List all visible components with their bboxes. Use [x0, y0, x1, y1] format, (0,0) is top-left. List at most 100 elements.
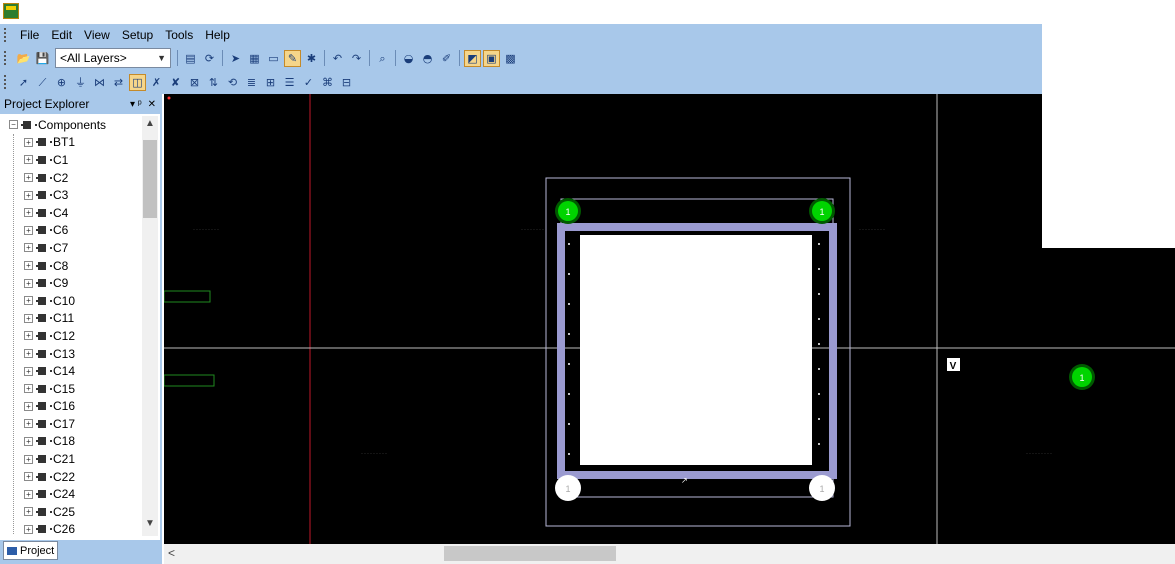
pad-top-left[interactable]: 1 — [555, 198, 581, 224]
route-icon[interactable]: ➤ — [227, 50, 244, 67]
scroll-thumb[interactable] — [143, 140, 157, 218]
align-icon[interactable]: ≣ — [243, 74, 260, 91]
table-icon[interactable]: ⊟ — [338, 74, 355, 91]
expand-icon[interactable]: + — [24, 401, 33, 411]
menu-edit[interactable]: Edit — [45, 28, 78, 42]
vertex-marker[interactable]: V — [947, 358, 960, 372]
tree-item[interactable]: + C18 — [0, 433, 142, 451]
select-icon[interactable]: ➚ — [15, 74, 32, 91]
layer-icon[interactable]: ◒ — [400, 50, 417, 67]
move-icon[interactable]: ⊕ — [53, 74, 70, 91]
component-icon[interactable]: ✱ — [303, 50, 320, 67]
green-rect-top[interactable] — [164, 290, 211, 303]
view-icon[interactable]: ◩ — [464, 49, 481, 67]
expand-icon[interactable]: + — [24, 436, 33, 446]
drc-icon[interactable]: ✓ — [300, 74, 317, 91]
expand-icon[interactable]: + — [24, 489, 33, 499]
expand-icon[interactable]: + — [24, 384, 33, 394]
tree-item[interactable]: + C8 — [0, 257, 142, 275]
tree-root[interactable]: − Components — [0, 116, 142, 134]
expand-icon[interactable]: + — [24, 243, 33, 253]
pad-top-right[interactable]: 1 — [809, 198, 835, 224]
tree-item[interactable]: + C12 — [0, 327, 142, 345]
pad-right[interactable]: 1 — [1069, 364, 1095, 390]
pcb-canvas[interactable]: ········· ········· ········· ········· … — [164, 94, 1175, 544]
board-icon[interactable]: ▣ — [483, 49, 500, 67]
toolbar-grip[interactable] — [4, 75, 8, 89]
explorer-pin-icon[interactable]: ▾ ᵖ — [130, 99, 142, 110]
expand-icon[interactable]: + — [24, 349, 33, 359]
green-rect-bottom[interactable] — [164, 374, 215, 387]
chevron-up-icon[interactable]: ▲ — [142, 118, 158, 134]
component-list-icon[interactable]: ☰ — [281, 74, 298, 91]
save-icon[interactable]: 💾 — [34, 50, 51, 67]
expand-icon[interactable]: + — [24, 472, 33, 482]
settings-icon[interactable]: ▩ — [502, 50, 519, 67]
expand-icon[interactable]: + — [24, 331, 33, 341]
close-icon[interactable]: ✕ — [148, 99, 156, 110]
expand-icon[interactable]: + — [24, 208, 33, 218]
tree-item[interactable]: + C17 — [0, 415, 142, 433]
tree-item[interactable]: + C25 — [0, 503, 142, 521]
expand-icon[interactable]: + — [24, 225, 33, 235]
expand-icon[interactable]: + — [24, 296, 33, 306]
display-icon[interactable]: ▭ — [265, 50, 282, 67]
cross-icon[interactable]: ✘ — [167, 74, 184, 91]
expand-icon[interactable]: + — [24, 137, 33, 147]
tree-item[interactable]: + C15 — [0, 380, 142, 398]
net-icon[interactable]: ⋈ — [91, 74, 108, 91]
trace-icon[interactable]: ⟋ — [34, 74, 51, 91]
flip-icon[interactable]: ⇅ — [205, 74, 222, 91]
tree-item[interactable]: + C16 — [0, 398, 142, 416]
collapse-icon[interactable]: − — [9, 120, 18, 130]
chevron-left-icon[interactable]: < — [168, 546, 175, 560]
tab-project[interactable]: Project — [3, 541, 58, 560]
tree-item[interactable]: + C21 — [0, 450, 142, 468]
pencil-icon[interactable]: ✎ — [284, 49, 301, 67]
pad-icon[interactable]: ⌘ — [319, 74, 336, 91]
toolbar-grip[interactable] — [4, 51, 8, 65]
open-icon[interactable]: 📂 — [15, 50, 32, 67]
menu-help[interactable]: Help — [199, 28, 236, 42]
refresh-icon[interactable]: ⟳ — [201, 50, 218, 67]
tree-item[interactable]: + C26 — [0, 521, 142, 536]
pad-bottom-right[interactable]: 1 — [809, 475, 835, 501]
tree-scrollbar[interactable]: ▲ ▼ — [142, 116, 158, 536]
component-body[interactable] — [580, 235, 812, 465]
layer-select[interactable]: <All Layers> ▼ — [55, 48, 171, 68]
zoom-icon[interactable]: ⌕ — [374, 50, 391, 67]
tree-item[interactable]: + C22 — [0, 468, 142, 486]
menu-tools[interactable]: Tools — [159, 28, 199, 42]
pad-bottom-left[interactable]: 1 — [555, 475, 581, 501]
expand-icon[interactable]: + — [24, 366, 33, 376]
expand-icon[interactable]: + — [24, 278, 33, 288]
expand-icon[interactable]: + — [24, 419, 33, 429]
expand-icon[interactable]: + — [24, 313, 33, 323]
expand-icon[interactable]: + — [24, 454, 33, 464]
brush-icon[interactable]: ✐ — [438, 50, 455, 67]
swap-icon[interactable]: ⇄ — [110, 74, 127, 91]
expand-icon[interactable]: + — [24, 173, 33, 183]
properties-icon[interactable]: ▤ — [182, 50, 199, 67]
rotate-icon[interactable]: ⟲ — [224, 74, 241, 91]
menu-view[interactable]: View — [78, 28, 116, 42]
expand-icon[interactable]: + — [24, 155, 33, 165]
tree-item[interactable]: + C2 — [0, 169, 142, 187]
menu-grip[interactable] — [4, 28, 8, 42]
tree-item[interactable]: + C6 — [0, 222, 142, 240]
tree-item[interactable]: + C10 — [0, 292, 142, 310]
tree-item[interactable]: + C9 — [0, 274, 142, 292]
tree-item[interactable]: + C3 — [0, 186, 142, 204]
tree-item[interactable]: + C14 — [0, 362, 142, 380]
canvas-hscrollbar[interactable]: < — [164, 544, 1175, 564]
tree-item[interactable]: + C24 — [0, 485, 142, 503]
tree-item[interactable]: + C13 — [0, 345, 142, 363]
undo-icon[interactable]: ↶ — [329, 50, 346, 67]
verify-icon[interactable]: ◓ — [419, 50, 436, 67]
redo-icon[interactable]: ↷ — [348, 50, 365, 67]
grid-icon[interactable]: ▦ — [246, 50, 263, 67]
tree-item[interactable]: + C11 — [0, 310, 142, 328]
tree-item[interactable]: + C1 — [0, 151, 142, 169]
hscroll-thumb[interactable] — [444, 546, 616, 561]
expand-icon[interactable]: + — [24, 190, 33, 200]
